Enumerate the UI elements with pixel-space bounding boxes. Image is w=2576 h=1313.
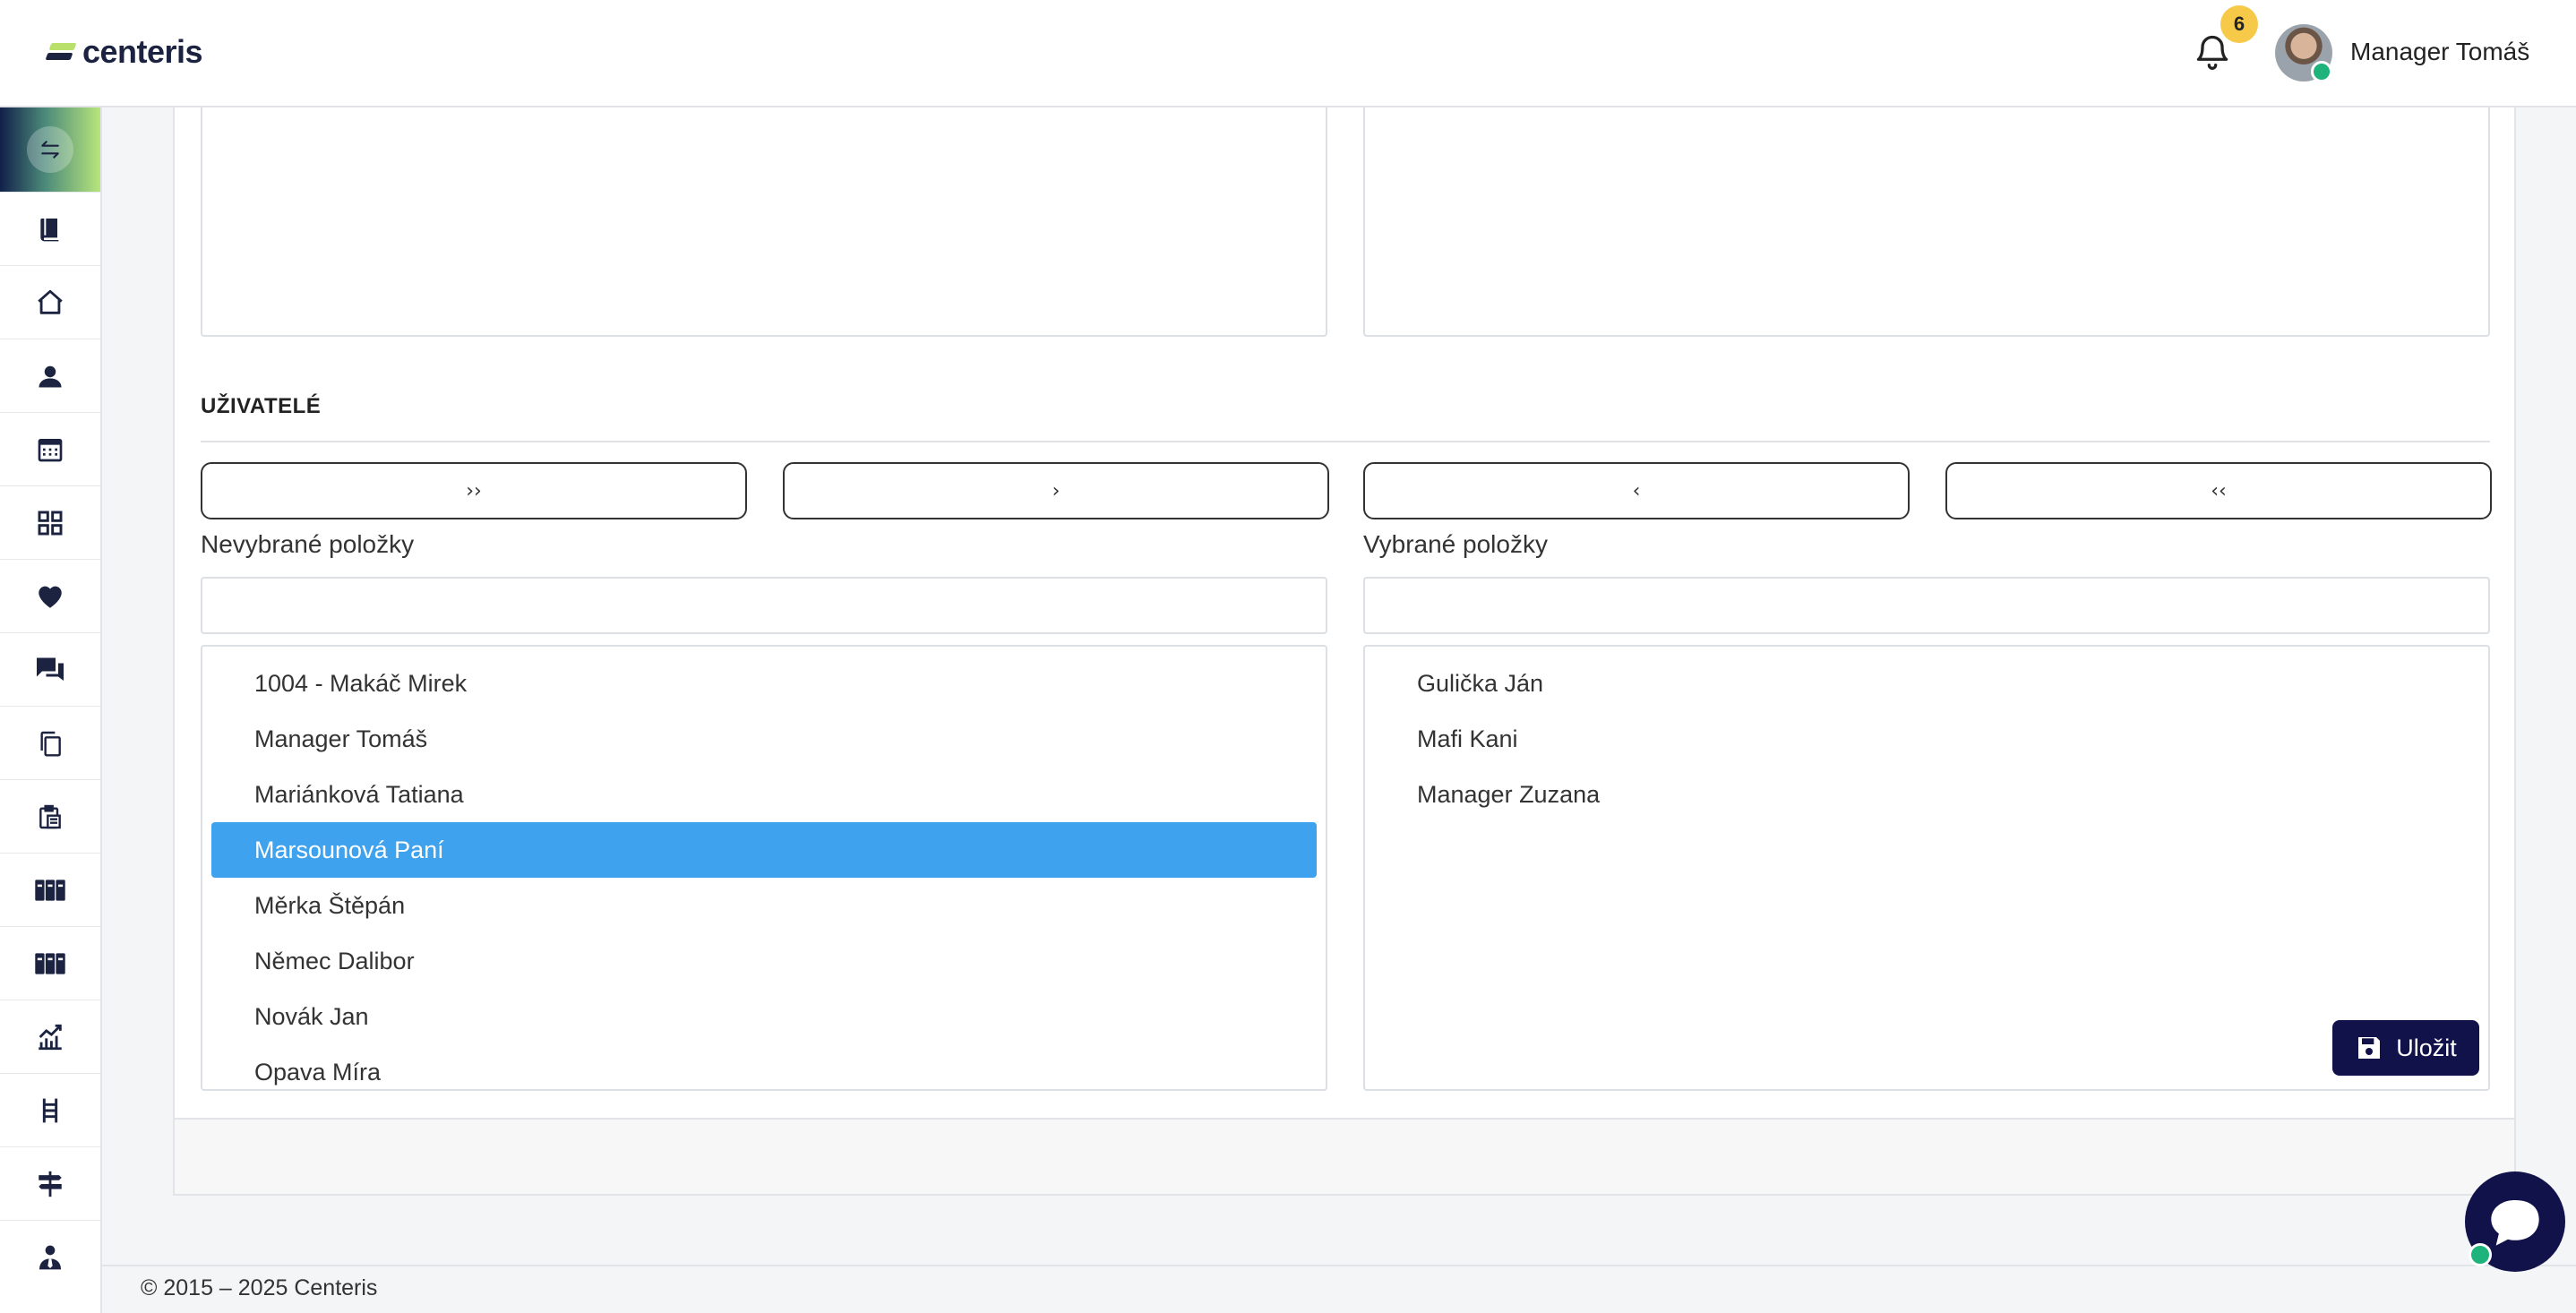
list-item[interactable]: Manager Tomáš (211, 711, 1317, 767)
sidebar (0, 107, 102, 1313)
move-right-button[interactable]: › (783, 462, 1329, 519)
user-name[interactable]: Manager Tomáš (2350, 38, 2529, 66)
logo-text: centeris (82, 33, 203, 70)
notification-badge: 6 (2220, 5, 2258, 43)
signpost-icon (39, 1171, 62, 1197)
list-item[interactable]: Mafi Kani (1374, 711, 2479, 767)
sidebar-item-heart[interactable] (0, 559, 100, 632)
list-item[interactable]: Novák Jan (211, 989, 1317, 1044)
footer-divider (102, 1265, 2576, 1266)
grid-icon (38, 511, 63, 535)
sidebar-item-user[interactable] (0, 339, 100, 412)
move-all-right-button[interactable]: ›› (201, 462, 747, 519)
list-item[interactable]: Opava Míra (211, 1044, 1317, 1089)
floppy-disk-icon (2358, 1037, 2381, 1059)
chat-bubble-icon (2491, 1200, 2539, 1246)
main-card: UŽIVATELÉ ›› › ‹ ‹‹ Nevybrané položky Vy… (173, 107, 2516, 1196)
selected-items-label: Vybrané položky (1363, 530, 1548, 558)
save-button-label: Uložit (2396, 1034, 2457, 1061)
list-item[interactable]: Měrka Štěpán (211, 878, 1317, 933)
sidebar-item-home[interactable] (0, 265, 100, 339)
chat-icon (37, 657, 64, 681)
section-title-users: UŽIVATELÉ (201, 394, 322, 418)
copyright-text: © 2015 – 2025 Centeris (141, 1275, 378, 1300)
unselected-items-label: Nevybrané položky (201, 530, 415, 558)
manager-icon (39, 1245, 61, 1269)
selected-filter-input[interactable] (1363, 577, 2490, 634)
heart-icon (39, 586, 62, 608)
list-item-selected[interactable]: Marsounová Paní (211, 822, 1317, 878)
sidebar-item-clipboard[interactable] (0, 779, 100, 853)
swap-arrows-icon (41, 141, 59, 159)
selected-items-list[interactable]: Gulička Ján Mafi Kani Manager Zuzana (1363, 645, 2490, 1091)
logo[interactable]: centeris (47, 32, 203, 72)
text-area-left[interactable] (201, 107, 1327, 337)
list-item[interactable]: Němec Dalibor (211, 933, 1317, 989)
list-item[interactable]: Manager Zuzana (1374, 767, 2479, 822)
book-icon (40, 218, 59, 241)
sidebar-item-archive-2[interactable] (0, 926, 100, 1000)
sidebar-item-manager[interactable] (0, 1220, 100, 1293)
user-icon (39, 365, 62, 387)
online-status-dot (2311, 61, 2332, 82)
chat-online-dot (2469, 1243, 2492, 1266)
save-button[interactable]: Uložit (2332, 1020, 2479, 1076)
sidebar-item-chart[interactable] (0, 1000, 100, 1073)
sidebar-item-archive[interactable] (0, 853, 100, 926)
archive-icon (35, 952, 65, 974)
home-icon (38, 289, 63, 314)
top-bar: centeris (0, 0, 2576, 107)
sidebar-item-book[interactable] (0, 192, 100, 265)
clipboard-icon (39, 804, 61, 828)
sidebar-item-copy[interactable] (0, 706, 100, 779)
sidebar-item-chat[interactable] (0, 632, 100, 706)
unselected-filter-input[interactable] (201, 577, 1327, 634)
archive-icon (35, 879, 65, 901)
sidebar-item-signpost[interactable] (0, 1146, 100, 1220)
calendar-icon (38, 438, 63, 461)
logo-mark-icon (47, 41, 77, 63)
text-area-right[interactable] (1363, 107, 2490, 337)
list-item[interactable]: Mariánková Tatiana (211, 767, 1317, 822)
sidebar-item-ladder[interactable] (0, 1073, 100, 1146)
sidebar-item-grid[interactable] (0, 485, 100, 559)
section-divider (201, 441, 2490, 442)
move-left-button[interactable]: ‹ (1363, 462, 1910, 519)
unselected-items-list[interactable]: 1004 - Makáč Mirek Manager Tomáš Mariánk… (201, 645, 1327, 1091)
list-item[interactable]: 1004 - Makáč Mirek (211, 656, 1317, 711)
card-footer (175, 1118, 2514, 1194)
chart-icon (39, 1024, 62, 1050)
ladder-icon (42, 1098, 58, 1122)
copy-icon (40, 731, 61, 757)
move-all-left-button[interactable]: ‹‹ (1945, 462, 2492, 519)
list-item[interactable]: Gulička Ján (1374, 656, 2479, 711)
sidebar-item-calendar[interactable] (0, 412, 100, 485)
sidebar-toggle-button[interactable] (0, 107, 100, 192)
